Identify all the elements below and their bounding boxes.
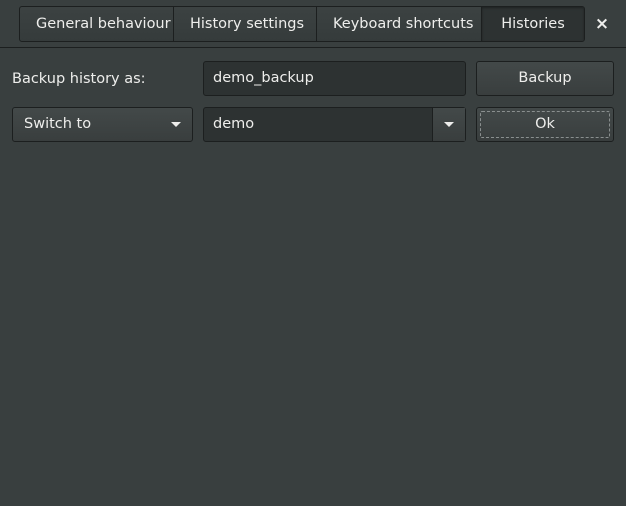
backup-button[interactable]: Backup (476, 61, 614, 96)
tab-histories[interactable]: Histories (482, 7, 584, 41)
mode-select-value: Switch to (24, 116, 92, 132)
tab-keyboard-shortcuts[interactable]: Keyboard shortcuts (317, 7, 482, 41)
mode-select[interactable]: Switch to (12, 107, 193, 142)
backup-name-field[interactable]: demo_backup (203, 61, 466, 96)
backup-history-label: Backup history as: (12, 71, 146, 87)
tab-bar: General behaviour History settings Keybo… (19, 6, 585, 42)
history-combo-dropdown-button[interactable] (432, 108, 465, 141)
tab-general-behaviour[interactable]: General behaviour (20, 7, 174, 41)
ok-button[interactable]: Ok (476, 107, 614, 142)
focus-ring (480, 111, 610, 138)
chevron-down-icon (444, 122, 454, 127)
header-bar: General behaviour History settings Keybo… (0, 0, 626, 48)
tab-history-settings[interactable]: History settings (174, 7, 317, 41)
history-combo[interactable]: demo (203, 107, 466, 142)
history-combo-value[interactable]: demo (213, 108, 254, 141)
close-icon[interactable]: × (590, 12, 614, 36)
chevron-down-icon (171, 122, 181, 127)
